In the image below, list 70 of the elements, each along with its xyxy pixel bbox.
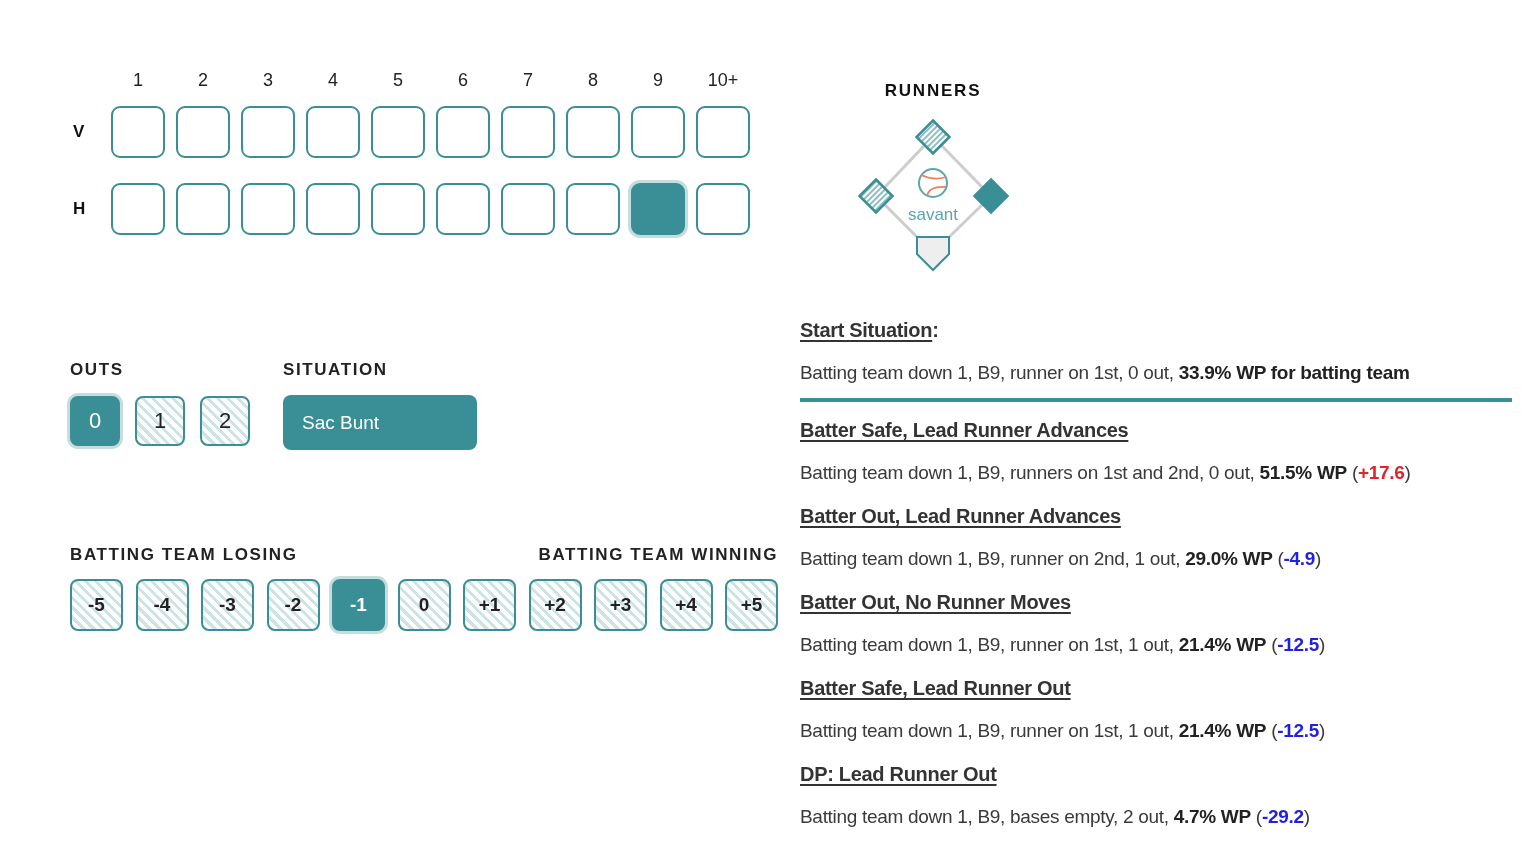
inning-number: 8: [588, 69, 598, 92]
inning-button[interactable]: [631, 183, 685, 235]
outs-option[interactable]: 0: [70, 396, 120, 446]
outcome-heading: DP: Lead Runner Out: [800, 762, 997, 787]
base-marker[interactable]: [972, 177, 1010, 215]
inning-number: 6: [458, 69, 468, 92]
inning-button[interactable]: [306, 183, 360, 235]
outs-option[interactable]: 2: [200, 396, 250, 446]
score-diff-option[interactable]: +2: [528, 579, 582, 631]
score-diff-option[interactable]: -3: [201, 579, 254, 631]
score-diff-option[interactable]: -1: [332, 579, 385, 631]
score-diff-option[interactable]: +4: [659, 579, 713, 631]
outcome-description: Batting team down 1, B9, runner on 1st, 1 out, 21.4% WP (-12.5): [800, 633, 1326, 657]
inning-button[interactable]: [631, 106, 685, 158]
inning-button[interactable]: [501, 183, 555, 235]
inning-button[interactable]: [696, 183, 750, 235]
score-diff-option[interactable]: 0: [397, 579, 451, 631]
outcome-description: Batting team down 1, B9, runners on 1st and 2nd, 0 out, 51.5% WP (+17.6): [800, 461, 1411, 485]
score-diff-option[interactable]: -2: [266, 579, 320, 631]
losing-label: BATTING TEAM LOSING: [70, 545, 298, 565]
inning-button[interactable]: [306, 106, 360, 158]
situation-button[interactable]: Sac Bunt: [283, 395, 477, 450]
inning-button[interactable]: [111, 106, 165, 158]
outcome-heading: Batter Safe, Lead Runner Out: [800, 676, 1071, 701]
inning-number: 4: [328, 69, 338, 92]
inning-button[interactable]: [566, 183, 620, 235]
logo-wordmark: savant: [907, 205, 959, 224]
inning-button[interactable]: [501, 106, 555, 158]
inning-number: 7: [523, 69, 533, 92]
section-heading: Start Situation:: [800, 318, 939, 343]
winning-label: BATTING TEAM WINNING: [538, 545, 778, 565]
inning-button[interactable]: [111, 183, 165, 235]
inning-button[interactable]: [436, 106, 490, 158]
team-label: V: [73, 122, 85, 142]
outcome-description: Batting team down 1, B9, runner on 1st, 1 out, 21.4% WP (-12.5): [800, 719, 1326, 743]
score-diff-option[interactable]: -4: [135, 579, 189, 631]
outs-option[interactable]: 1: [135, 396, 185, 446]
inning-button[interactable]: [176, 183, 230, 235]
score-diff-option[interactable]: +5: [725, 579, 778, 631]
score-diff-option[interactable]: -5: [70, 579, 123, 631]
inning-button[interactable]: [241, 106, 295, 158]
inning-number: 5: [393, 69, 403, 92]
situation-label: SITUATION: [283, 360, 388, 380]
baseball-icon: [918, 168, 948, 198]
outs-label: OUTS: [70, 360, 124, 380]
inning-button[interactable]: [436, 183, 490, 235]
inning-button[interactable]: [371, 183, 425, 235]
inning-number: 9: [653, 69, 663, 92]
score-diff-option[interactable]: +3: [594, 579, 647, 631]
outcome-heading: Batter Out, Lead Runner Advances: [800, 504, 1121, 529]
outcome-description: Batting team down 1, B9, runner on 2nd, 1 out, 29.0% WP (-4.9): [800, 547, 1322, 571]
outcome-heading: Batter Safe, Lead Runner Advances: [800, 418, 1129, 443]
situation-description: Batting team down 1, B9, runner on 1st, 0 out, 33.9% WP for batting team: [800, 361, 1410, 385]
score-diff-option[interactable]: +1: [463, 579, 516, 631]
runners-title: RUNNERS: [884, 80, 982, 102]
inning-number: 1: [133, 69, 143, 92]
base-marker[interactable]: [914, 118, 952, 156]
inning-number: 2: [198, 69, 208, 92]
outcome-heading: Batter Out, No Runner Moves: [800, 590, 1071, 615]
outcome-description: Batting team down 1, B9, bases empty, 2 out, 4.7% WP (-29.2): [800, 805, 1310, 829]
inning-button[interactable]: [176, 106, 230, 158]
base-marker[interactable]: [857, 177, 895, 215]
inning-button[interactable]: [371, 106, 425, 158]
home-plate: [916, 236, 950, 272]
team-label: H: [73, 199, 86, 219]
inning-button[interactable]: [241, 183, 295, 235]
inning-button[interactable]: [696, 106, 750, 158]
inning-button[interactable]: [566, 106, 620, 158]
inning-number: 10+: [707, 69, 739, 92]
inning-number: 3: [263, 69, 273, 92]
